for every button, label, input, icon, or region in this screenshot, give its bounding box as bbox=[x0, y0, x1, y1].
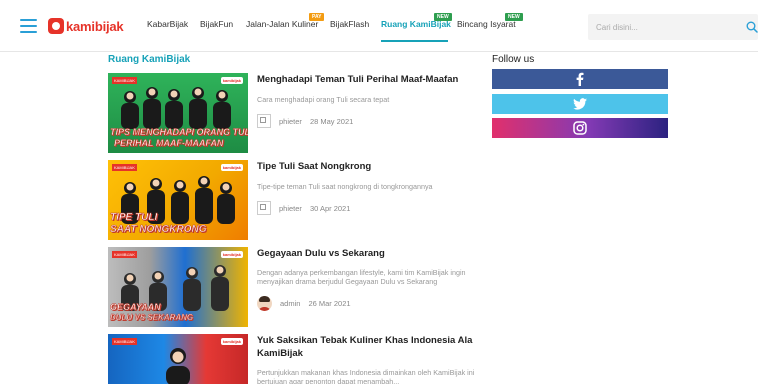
thumbnail-caption: GEGAYAAN bbox=[110, 302, 161, 313]
article-thumbnail[interactable]: KAMIBIJAK kamibijak TIPS MENGHADAPI ORAN… bbox=[108, 73, 248, 153]
twitter-button[interactable] bbox=[492, 94, 668, 114]
search-bar bbox=[588, 14, 758, 40]
twitter-icon bbox=[573, 98, 587, 110]
thumbnail-brand-logo: kamibijak bbox=[220, 164, 243, 171]
facebook-icon bbox=[576, 72, 584, 86]
article-meta: admin 26 Mar 2021 bbox=[257, 295, 351, 311]
article-title[interactable]: Yuk Saksikan Tebak Kuliner Khas Indonesi… bbox=[257, 334, 479, 360]
article-date: 26 Mar 2021 bbox=[308, 298, 351, 308]
thumbnail-tag: KAMIBIJAK bbox=[112, 164, 137, 171]
nav-item-kabarbijak[interactable]: KabarBijak bbox=[147, 19, 188, 29]
article-description: Cara menghadapi orang Tuli secara tepat bbox=[257, 95, 390, 104]
logo-mark-icon bbox=[48, 18, 64, 34]
article-title[interactable]: Tipe Tuli Saat Nongkrong bbox=[257, 160, 479, 173]
article-date: 30 Apr 2021 bbox=[309, 203, 351, 213]
article-description: Dengan adanya perkembangan lifestyle, ka… bbox=[257, 268, 466, 286]
article-thumbnail[interactable]: KAMIBIJAK kamibijak GEGAYAAN DULU VS SEK… bbox=[108, 247, 248, 327]
article-description: Pertunjukkan makanan khas Indonesia dima… bbox=[257, 368, 475, 384]
article-title[interactable]: Menghadapi Teman Tuli Perihal Maaf-Maafa… bbox=[257, 73, 479, 86]
thumbnail-brand-logo: kamibijak bbox=[220, 77, 243, 84]
search-icon[interactable] bbox=[746, 21, 758, 33]
article-card: KAMIBIJAK kamibijak TIPS MENGHADAPI ORAN… bbox=[108, 73, 478, 153]
active-tab-indicator bbox=[381, 40, 448, 42]
article-author[interactable]: admin bbox=[280, 299, 300, 308]
article-meta: phieter 28 May 2021 bbox=[257, 113, 353, 129]
thumbnail-caption: SAAT NONGKRONG bbox=[110, 224, 207, 236]
article-card: KAMIBIJAK kamibijak TIPE TULI SAAT NONGK… bbox=[108, 160, 478, 240]
section-title: Ruang KamiBijak bbox=[108, 54, 191, 65]
instagram-icon bbox=[573, 121, 587, 135]
article-card: KAMIBIJAK kamibijak Yuk Saksikan Tebak K… bbox=[108, 334, 478, 384]
menu-icon[interactable] bbox=[20, 19, 37, 33]
thumbnail-caption: PERIHAL MAAF-MAAFAN bbox=[114, 138, 224, 149]
article-card: KAMIBIJAK kamibijak GEGAYAAN DULU VS SEK… bbox=[108, 247, 478, 327]
thumbnail-brand-logo: kamibijak bbox=[220, 251, 243, 258]
article-date: 28 May 2021 bbox=[309, 116, 354, 126]
article-meta: phieter 30 Apr 2021 bbox=[257, 200, 350, 216]
nav-item-bincang-isyarat[interactable]: Bincang Isyarat bbox=[457, 19, 516, 29]
logo[interactable]: kamibijak bbox=[48, 16, 124, 36]
nav-item-ruang-kamibijak[interactable]: Ruang KamiBijak bbox=[381, 19, 451, 29]
facebook-button[interactable] bbox=[492, 69, 668, 89]
thumbnail-tag: KAMIBIJAK bbox=[112, 77, 137, 84]
article-thumbnail[interactable]: KAMIBIJAK kamibijak bbox=[108, 334, 248, 384]
author-avatar bbox=[257, 295, 272, 311]
top-navbar: kamibijak KabarBijak BijakFun PAY Jalan-… bbox=[0, 0, 758, 52]
article-title[interactable]: Gegayaan Dulu vs Sekarang bbox=[257, 247, 479, 260]
author-avatar-placeholder-icon bbox=[257, 114, 271, 128]
thumbnail-tag: KAMIBIJAK bbox=[112, 251, 137, 258]
follow-us-title: Follow us bbox=[492, 54, 535, 65]
thumbnail-caption: TIPS MENGHADAPI ORANG TULI bbox=[110, 127, 248, 138]
article-author[interactable]: phieter bbox=[279, 117, 302, 126]
author-avatar-placeholder-icon bbox=[257, 201, 271, 215]
nav-item-bijakflash[interactable]: BijakFlash bbox=[330, 19, 369, 29]
article-thumbnail[interactable]: KAMIBIJAK kamibijak TIPE TULI SAAT NONGK… bbox=[108, 160, 248, 240]
thumbnail-caption: TIPE TULI bbox=[110, 212, 158, 224]
thumbnail-brand-logo: kamibijak bbox=[220, 338, 243, 345]
article-description: Tipe-tipe teman Tuli saat nongkrong di t… bbox=[257, 182, 433, 191]
thumbnail-caption: DULU VS SEKARANG bbox=[110, 313, 194, 323]
thumbnail-tag: KAMIBIJAK bbox=[112, 338, 137, 345]
instagram-button[interactable] bbox=[492, 118, 668, 138]
nav-item-bijakfun[interactable]: BijakFun bbox=[200, 19, 233, 29]
nav-item-jalan-jalan-kuliner[interactable]: Jalan-Jalan Kuliner bbox=[246, 19, 318, 29]
logo-text: kamibijak bbox=[66, 18, 124, 34]
article-author[interactable]: phieter bbox=[279, 204, 302, 213]
search-input[interactable] bbox=[588, 14, 738, 40]
